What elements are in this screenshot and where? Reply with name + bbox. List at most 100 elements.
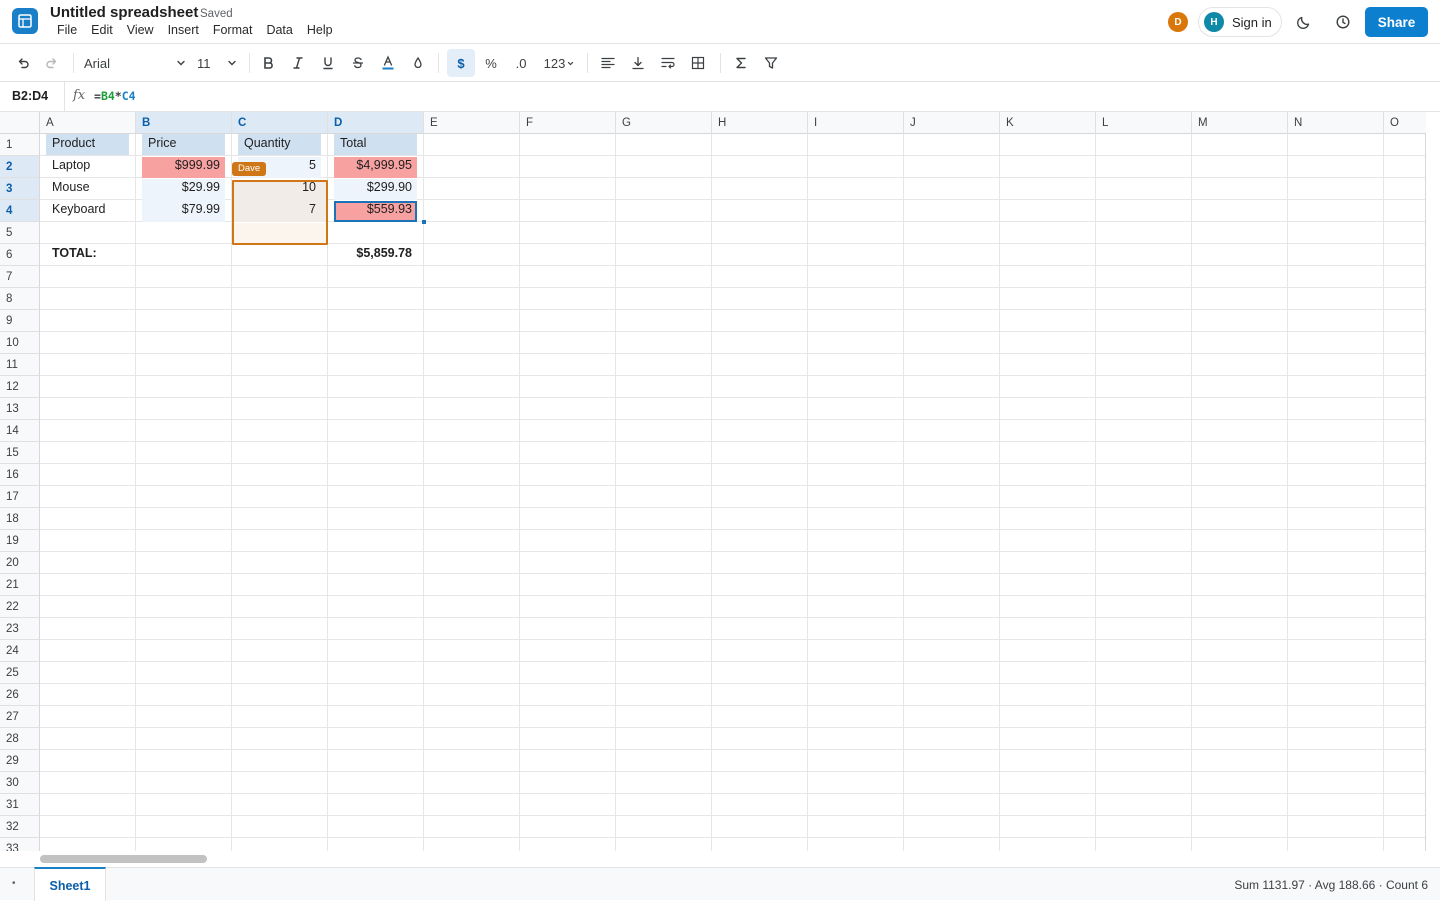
cell-a2[interactable]: Laptop [46,154,136,176]
decimal-format-button[interactable]: .0 [510,49,532,77]
fill-color-button[interactable] [407,49,429,77]
menu-edit[interactable]: Edit [91,23,113,37]
row-header-20[interactable]: 20 [0,552,40,574]
column-header-e[interactable]: E [424,112,520,134]
row-header-7[interactable]: 7 [0,266,40,288]
row-header-8[interactable]: 8 [0,288,40,310]
row-header-2[interactable]: 2 [0,156,40,178]
cell-b3[interactable]: $29.99 [136,176,226,198]
cell-d3[interactable]: $299.90 [328,176,418,198]
sheet-tab-sheet1[interactable]: Sheet1 [34,867,106,901]
cell-c4[interactable]: 7 [232,198,322,220]
row-header-31[interactable]: 31 [0,794,40,816]
column-header-l[interactable]: L [1096,112,1192,134]
formula-input[interactable]: =B4*C4 [94,89,136,103]
filter-button[interactable] [760,49,782,77]
italic-button[interactable] [287,49,309,77]
column-header-i[interactable]: I [808,112,904,134]
row-header-12[interactable]: 12 [0,376,40,398]
column-header-f[interactable]: F [520,112,616,134]
row-header-10[interactable]: 10 [0,332,40,354]
borders-button[interactable] [687,49,709,77]
column-header-c[interactable]: C [232,112,328,134]
row-header-13[interactable]: 13 [0,398,40,420]
cell-d6[interactable]: $5,859.78 [328,242,418,264]
share-button[interactable]: Share [1365,7,1428,37]
strikethrough-button[interactable] [347,49,369,77]
column-header-b[interactable]: B [136,112,232,134]
cell-c1[interactable]: Quantity [238,132,328,154]
font-family-select[interactable]: Arial [80,49,190,77]
percent-format-button[interactable]: % [480,49,502,77]
cell-b1[interactable]: Price [142,132,232,154]
name-box[interactable]: B2:D4 [12,89,48,103]
row-header-29[interactable]: 29 [0,750,40,772]
row-header-32[interactable]: 32 [0,816,40,838]
select-all-corner[interactable] [0,112,40,134]
spreadsheet-grid[interactable]: Product Price Quantity Total Laptop $999… [0,112,1426,851]
horizontal-scrollbar-thumb[interactable] [40,855,207,863]
number-format-select[interactable]: 123 [540,49,578,77]
row-header-11[interactable]: 11 [0,354,40,376]
cell-c3[interactable]: 10 [232,176,322,198]
column-header-d[interactable]: D [328,112,424,134]
row-header-3[interactable]: 3 [0,178,40,200]
row-header-28[interactable]: 28 [0,728,40,750]
collaborator-avatar[interactable]: D [1168,12,1188,32]
menu-view[interactable]: View [127,23,154,37]
menu-data[interactable]: Data [266,23,292,37]
document-title[interactable]: Untitled spreadsheet [50,4,198,21]
spreadsheet-logo-icon[interactable] [12,8,38,34]
horizontal-align-button[interactable] [597,49,619,77]
row-header-26[interactable]: 26 [0,684,40,706]
column-header-m[interactable]: M [1192,112,1288,134]
row-header-23[interactable]: 23 [0,618,40,640]
menu-insert[interactable]: Insert [168,23,199,37]
column-header-k[interactable]: K [1000,112,1096,134]
row-header-17[interactable]: 17 [0,486,40,508]
cell-b2[interactable]: $999.99 [136,154,226,176]
row-header-21[interactable]: 21 [0,574,40,596]
cell-b4[interactable]: $79.99 [136,198,226,220]
row-header-15[interactable]: 15 [0,442,40,464]
version-history-button[interactable] [1332,11,1354,33]
column-header-h[interactable]: H [712,112,808,134]
row-header-16[interactable]: 16 [0,464,40,486]
underline-button[interactable] [317,49,339,77]
cell-d2[interactable]: $4,999.95 [328,154,418,176]
cell-a3[interactable]: Mouse [46,176,136,198]
column-header-g[interactable]: G [616,112,712,134]
row-header-9[interactable]: 9 [0,310,40,332]
row-header-6[interactable]: 6 [0,244,40,266]
row-header-1[interactable]: 1 [0,134,40,156]
horizontal-scrollbar-track[interactable] [40,852,1426,864]
text-color-button[interactable] [377,49,399,77]
row-header-33[interactable]: 33 [0,838,40,851]
cell-d4[interactable]: $559.93 [328,198,418,220]
vertical-align-button[interactable] [627,49,649,77]
functions-button[interactable] [730,49,752,77]
sign-in-button[interactable]: H Sign in [1198,7,1282,37]
font-size-select[interactable]: 11 [193,49,241,77]
row-header-30[interactable]: 30 [0,772,40,794]
row-header-14[interactable]: 14 [0,420,40,442]
undo-button[interactable] [12,49,34,77]
text-wrap-button[interactable] [657,49,679,77]
sheet-list-menu[interactable]: • [12,878,16,889]
menu-format[interactable]: Format [213,23,253,37]
cell-a4[interactable]: Keyboard [46,198,136,220]
menu-file[interactable]: File [57,23,77,37]
currency-format-button[interactable]: $ [447,49,475,77]
column-header-a[interactable]: A [40,112,136,134]
row-header-27[interactable]: 27 [0,706,40,728]
cell-a6[interactable]: TOTAL: [46,242,136,264]
cell-a1[interactable]: Product [46,132,136,154]
bold-button[interactable] [257,49,279,77]
row-header-25[interactable]: 25 [0,662,40,684]
column-header-j[interactable]: J [904,112,1000,134]
row-header-24[interactable]: 24 [0,640,40,662]
row-header-22[interactable]: 22 [0,596,40,618]
row-header-19[interactable]: 19 [0,530,40,552]
fill-handle[interactable] [422,220,426,224]
row-header-18[interactable]: 18 [0,508,40,530]
